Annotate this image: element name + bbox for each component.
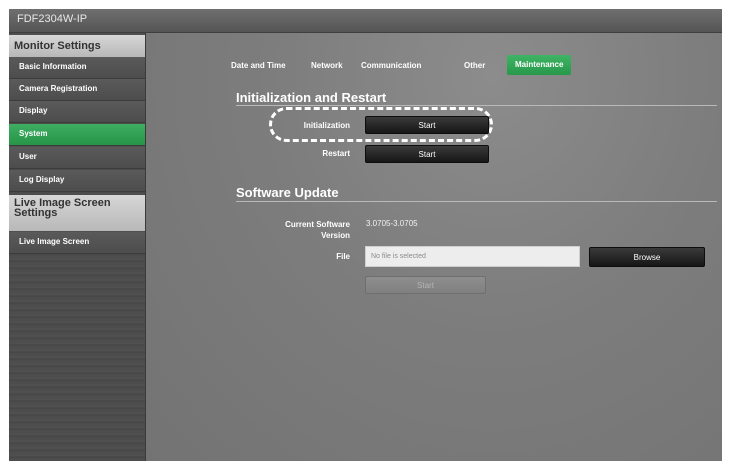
section-title-initialization-restart: Initialization and Restart [236,90,387,105]
main-panel: Date and Time Network Communication Othe… [146,33,722,461]
current-software-version-label: Current Software Version [285,220,350,240]
tab-network[interactable]: Network [311,61,343,70]
title-bar: FDF2304W-IP [9,9,722,33]
sidebar: Monitor Settings Basic Information Camer… [9,33,146,461]
restart-label: Restart [322,149,350,158]
sidebar-item-live-image-screen[interactable]: Live Image Screen [9,232,145,254]
tab-maintenance[interactable]: Maintenance [507,55,572,75]
tab-communication[interactable]: Communication [361,61,421,70]
sidebar-item-user[interactable]: User [9,147,145,169]
file-path-field[interactable]: No file is selected [365,246,580,267]
sidebar-item-display[interactable]: Display [9,101,145,123]
sidebar-section-monitor-settings[interactable]: Monitor Settings [9,35,145,57]
file-label: File [336,252,350,261]
restart-start-button[interactable]: Start [365,145,489,163]
section-divider [236,201,717,202]
update-start-button[interactable]: Start [365,276,486,294]
tab-other[interactable]: Other [464,61,485,70]
section-divider [236,105,717,106]
current-software-version-value: 3.0705-3.0705 [366,219,418,228]
tab-date-and-time[interactable]: Date and Time [231,61,286,70]
sidebar-item-basic-information[interactable]: Basic Information [9,57,145,79]
section-title-software-update: Software Update [236,185,339,200]
app-title: FDF2304W-IP [17,13,88,25]
sidebar-section-live-image-screen-settings[interactable]: Live Image Screen Settings [9,195,145,231]
sidebar-item-system[interactable]: System [9,124,145,146]
sidebar-item-camera-registration[interactable]: Camera Registration [9,79,145,101]
sidebar-item-log-display[interactable]: Log Display [9,170,145,192]
app-window: FDF2304W-IP Monitor Settings Basic Infor… [9,9,722,461]
initialization-start-button[interactable]: Start [365,116,489,134]
initialization-label: Initialization [303,121,350,130]
browse-button[interactable]: Browse [589,247,705,267]
